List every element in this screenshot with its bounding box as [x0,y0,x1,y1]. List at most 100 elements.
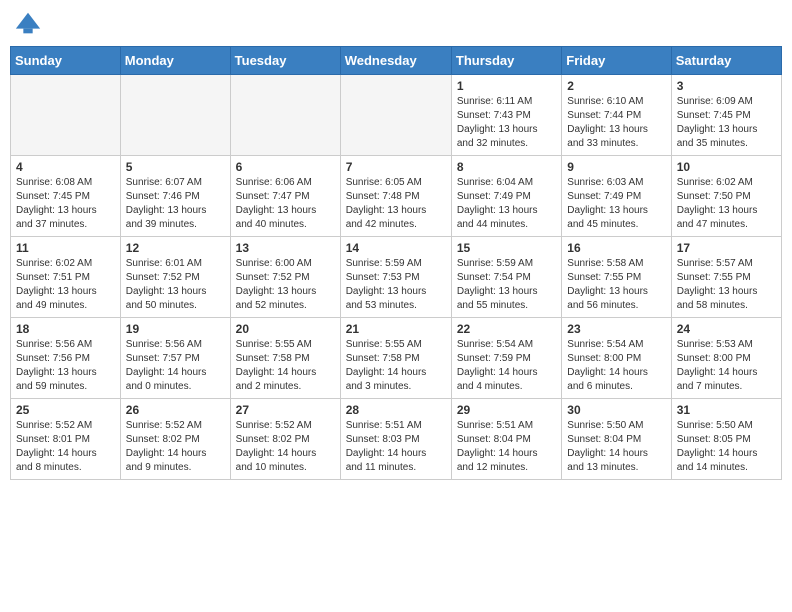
calendar-cell: 25 Sunrise: 5:52 AM Sunset: 8:01 PM Dayli… [11,399,121,480]
day-number: 28 [346,403,446,417]
cell-content: Sunrise: 5:57 AM Sunset: 7:55 PM Dayligh… [677,257,776,313]
day-number: 5 [126,160,225,174]
cell-content: Sunrise: 5:56 AM Sunset: 7:56 PM Dayligh… [16,338,115,394]
cell-content: Sunrise: 5:54 AM Sunset: 8:00 PM Dayligh… [567,338,665,394]
logo [14,10,46,38]
day-header-sunday: Sunday [11,47,121,75]
day-number: 11 [16,241,115,255]
cell-content: Sunrise: 6:10 AM Sunset: 7:44 PM Dayligh… [567,95,665,151]
day-number: 20 [236,322,335,336]
cell-content: Sunrise: 6:03 AM Sunset: 7:49 PM Dayligh… [567,176,665,232]
calendar-cell [11,75,121,156]
day-number: 7 [346,160,446,174]
cell-content: Sunrise: 5:53 AM Sunset: 8:00 PM Dayligh… [677,338,776,394]
cell-content: Sunrise: 6:09 AM Sunset: 7:45 PM Dayligh… [677,95,776,151]
calendar-cell: 19Sunrise: 5:56 AM Sunset: 7:57 PM Dayli… [120,318,230,399]
calendar-cell: 8Sunrise: 6:04 AM Sunset: 7:49 PM Daylig… [451,156,561,237]
week-row-2: 11 Sunrise: 6:02 AM Sunset: 7:51 PM Dayli… [11,237,782,318]
calendar-cell: 30Sunrise: 5:50 AM Sunset: 8:04 PM Dayli… [562,399,671,480]
cell-content: Sunrise: 5:50 AM Sunset: 8:05 PM Dayligh… [677,419,776,475]
cell-content: Sunrise: 6:11 AM Sunset: 7:43 PM Dayligh… [457,95,556,151]
calendar-cell: 15 Sunrise: 5:59 AM Sunset: 7:54 PM Dayli… [451,237,561,318]
week-row-1: 4 Sunrise: 6:08 AM Sunset: 7:45 PM Daylig… [11,156,782,237]
calendar-cell [230,75,340,156]
calendar-cell: 16 Sunrise: 5:58 AM Sunset: 7:55 PM Dayli… [562,237,671,318]
day-number: 24 [677,322,776,336]
cell-content: Sunrise: 5:51 AM Sunset: 8:03 PM Dayligh… [346,419,446,475]
calendar-cell: 29 Sunrise: 5:51 AM Sunset: 8:04 PM Dayli… [451,399,561,480]
cell-content: Sunrise: 5:54 AM Sunset: 7:59 PM Dayligh… [457,338,556,394]
day-number: 4 [16,160,115,174]
cell-content: Sunrise: 6:02 AM Sunset: 7:50 PM Dayligh… [677,176,776,232]
calendar-cell: 27 Sunrise: 5:52 AM Sunset: 8:02 PM Dayli… [230,399,340,480]
calendar-cell: 22 Sunrise: 5:54 AM Sunset: 7:59 PM Dayli… [451,318,561,399]
calendar-cell: 14 Sunrise: 5:59 AM Sunset: 7:53 PM Dayli… [340,237,451,318]
week-row-0: 1 Sunrise: 6:11 AM Sunset: 7:43 PM Daylig… [11,75,782,156]
day-number: 12 [126,241,225,255]
cell-content: Sunrise: 5:52 AM Sunset: 8:02 PM Dayligh… [126,419,225,475]
cell-content: Sunrise: 5:59 AM Sunset: 7:54 PM Dayligh… [457,257,556,313]
cell-content: Sunrise: 5:55 AM Sunset: 7:58 PM Dayligh… [236,338,335,394]
cell-content: Sunrise: 5:52 AM Sunset: 8:02 PM Dayligh… [236,419,335,475]
calendar-cell: 7 Sunrise: 6:05 AM Sunset: 7:48 PM Daylig… [340,156,451,237]
calendar-cell: 1 Sunrise: 6:11 AM Sunset: 7:43 PM Daylig… [451,75,561,156]
week-row-4: 25 Sunrise: 5:52 AM Sunset: 8:01 PM Dayli… [11,399,782,480]
cell-content: Sunrise: 6:05 AM Sunset: 7:48 PM Dayligh… [346,176,446,232]
day-number: 17 [677,241,776,255]
day-number: 29 [457,403,556,417]
calendar-cell: 17 Sunrise: 5:57 AM Sunset: 7:55 PM Dayli… [671,237,781,318]
day-number: 16 [567,241,665,255]
calendar-cell: 24 Sunrise: 5:53 AM Sunset: 8:00 PM Dayli… [671,318,781,399]
cell-content: Sunrise: 6:01 AM Sunset: 7:52 PM Dayligh… [126,257,225,313]
day-number: 14 [346,241,446,255]
day-number: 1 [457,79,556,93]
day-number: 22 [457,322,556,336]
day-header-tuesday: Tuesday [230,47,340,75]
calendar-cell: 6 Sunrise: 6:06 AM Sunset: 7:47 PM Daylig… [230,156,340,237]
cell-content: Sunrise: 6:06 AM Sunset: 7:47 PM Dayligh… [236,176,335,232]
calendar-cell: 20 Sunrise: 5:55 AM Sunset: 7:58 PM Dayli… [230,318,340,399]
day-header-saturday: Saturday [671,47,781,75]
cell-content: Sunrise: 6:02 AM Sunset: 7:51 PM Dayligh… [16,257,115,313]
cell-content: Sunrise: 5:58 AM Sunset: 7:55 PM Dayligh… [567,257,665,313]
calendar-cell: 31 Sunrise: 5:50 AM Sunset: 8:05 PM Dayli… [671,399,781,480]
calendar-cell: 4 Sunrise: 6:08 AM Sunset: 7:45 PM Daylig… [11,156,121,237]
calendar-cell: 23 Sunrise: 5:54 AM Sunset: 8:00 PM Dayli… [562,318,671,399]
calendar-body: 1 Sunrise: 6:11 AM Sunset: 7:43 PM Daylig… [11,75,782,480]
day-number: 2 [567,79,665,93]
day-number: 26 [126,403,225,417]
calendar-cell: 18 Sunrise: 5:56 AM Sunset: 7:56 PM Dayli… [11,318,121,399]
cell-content: Sunrise: 6:00 AM Sunset: 7:52 PM Dayligh… [236,257,335,313]
cell-content: Sunrise: 5:56 AM Sunset: 7:57 PM Dayligh… [126,338,225,394]
calendar-cell [120,75,230,156]
calendar-cell: 28 Sunrise: 5:51 AM Sunset: 8:03 PM Dayli… [340,399,451,480]
day-number: 27 [236,403,335,417]
cell-content: Sunrise: 6:04 AM Sunset: 7:49 PM Dayligh… [457,176,556,232]
page-header [10,10,782,38]
day-number: 6 [236,160,335,174]
week-row-3: 18 Sunrise: 5:56 AM Sunset: 7:56 PM Dayli… [11,318,782,399]
day-number: 23 [567,322,665,336]
calendar-cell: 2 Sunrise: 6:10 AM Sunset: 7:44 PM Daylig… [562,75,671,156]
cell-content: Sunrise: 5:51 AM Sunset: 8:04 PM Dayligh… [457,419,556,475]
day-number: 15 [457,241,556,255]
cell-content: Sunrise: 6:07 AM Sunset: 7:46 PM Dayligh… [126,176,225,232]
day-number: 31 [677,403,776,417]
cell-content: Sunrise: 5:59 AM Sunset: 7:53 PM Dayligh… [346,257,446,313]
header-row: SundayMondayTuesdayWednesdayThursdayFrid… [11,47,782,75]
day-number: 10 [677,160,776,174]
day-number: 13 [236,241,335,255]
calendar-cell: 9Sunrise: 6:03 AM Sunset: 7:49 PM Daylig… [562,156,671,237]
calendar-cell: 12 Sunrise: 6:01 AM Sunset: 7:52 PM Dayli… [120,237,230,318]
day-number: 18 [16,322,115,336]
cell-content: Sunrise: 5:55 AM Sunset: 7:58 PM Dayligh… [346,338,446,394]
cell-content: Sunrise: 5:50 AM Sunset: 8:04 PM Dayligh… [567,419,665,475]
calendar-cell: 5 Sunrise: 6:07 AM Sunset: 7:46 PM Daylig… [120,156,230,237]
day-number: 21 [346,322,446,336]
day-header-wednesday: Wednesday [340,47,451,75]
cell-content: Sunrise: 6:08 AM Sunset: 7:45 PM Dayligh… [16,176,115,232]
day-number: 25 [16,403,115,417]
logo-icon [14,10,42,38]
cell-content: Sunrise: 5:52 AM Sunset: 8:01 PM Dayligh… [16,419,115,475]
calendar-cell: 26 Sunrise: 5:52 AM Sunset: 8:02 PM Dayli… [120,399,230,480]
